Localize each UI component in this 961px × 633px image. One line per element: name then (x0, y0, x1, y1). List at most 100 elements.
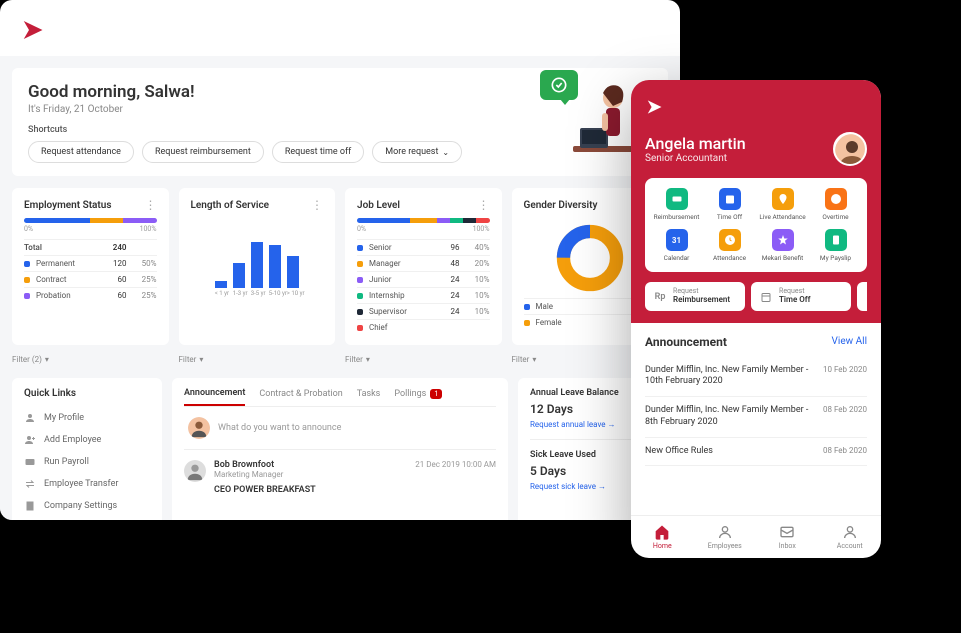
grid-timeoff[interactable]: Time Off (704, 188, 755, 221)
barchart-xlabels: < 1 yr 1-3 yr 3-5 yr 5-10 yr > 10 yr (191, 290, 324, 297)
more-icon[interactable]: ⋮ (478, 198, 490, 212)
announce-input[interactable]: What do you want to announce (184, 407, 496, 450)
card-title: Gender Diversity (524, 200, 598, 211)
avatar (184, 460, 206, 482)
shortcut-more[interactable]: More request⌄ (372, 141, 462, 163)
greeting-card: Good morning, Salwa! It's Friday, 21 Oct… (12, 68, 668, 176)
payroll-icon (24, 456, 36, 468)
calendar-date-icon: 31 (666, 229, 688, 251)
stats-row: Employment Status ⋮ 0%100% Total240 Perm… (12, 188, 668, 345)
grid-reimbursement[interactable]: Reimbursement (651, 188, 702, 221)
grid-calendar[interactable]: 31Calendar (651, 229, 702, 262)
hero-illustration (558, 78, 638, 172)
pollings-badge: 1 (430, 389, 442, 399)
location-icon (772, 188, 794, 210)
person-icon (24, 412, 36, 424)
avatar (188, 417, 210, 439)
length-of-service-card: Length of Service ⋮ < 1 yr 1-3 yr 3-5 yr… (179, 188, 336, 345)
filter-3[interactable]: Filter ▾ (345, 351, 502, 368)
post-title: CEO POWER BREAKFAST (214, 485, 496, 495)
desktop-dashboard: Good morning, Salwa! It's Friday, 21 Oct… (0, 0, 680, 520)
caret-down-icon: ▾ (366, 355, 370, 364)
user-avatar[interactable] (833, 132, 867, 166)
building-icon (24, 500, 36, 512)
filter-row: Filter (2) ▾ Filter ▾ Filter ▾ Filter ▾ (12, 351, 668, 368)
tab-pollings[interactable]: Pollings1 (394, 388, 442, 406)
tabs: Announcement Contract & Probation Tasks … (184, 388, 496, 407)
clock-icon (719, 229, 741, 251)
home-icon (654, 524, 670, 540)
shortcut-timeoff[interactable]: Request time off (272, 141, 364, 163)
star-icon (772, 229, 794, 251)
calendar-icon (759, 290, 773, 304)
request-buttons: Rp RequestReimbursement RequestTime Off (645, 282, 867, 310)
inbox-icon (779, 524, 795, 540)
tab-contract[interactable]: Contract & Probation (259, 388, 342, 406)
brand-logo (20, 15, 50, 49)
money-icon (666, 188, 688, 210)
quick-links-title: Quick Links (24, 388, 150, 399)
more-icon[interactable]: ⋮ (311, 198, 323, 212)
announcement-item[interactable]: Dunder Mifflin, Inc. New Family Member -… (645, 357, 867, 397)
nav-inbox[interactable]: Inbox (756, 516, 819, 558)
ql-add-employee[interactable]: Add Employee (24, 429, 150, 451)
quick-links-card: Quick Links My Profile Add Employee Run … (12, 378, 162, 520)
shortcut-attendance[interactable]: Request attendance (28, 141, 134, 163)
employment-bar (24, 218, 157, 223)
post: Bob Brownfoot Marketing Manager 21 Dec 2… (184, 460, 496, 495)
request-reimbursement-button[interactable]: Rp RequestReimbursement (645, 282, 745, 310)
grid-mekari-benefit[interactable]: Mekari Benefit (757, 229, 808, 262)
announcement-title: Announcement (645, 335, 727, 349)
announce-placeholder: What do you want to announce (218, 423, 341, 433)
transfer-icon (24, 478, 36, 490)
service-barchart (191, 218, 324, 288)
card-title: Length of Service (191, 200, 270, 211)
card-title: Employment Status (24, 200, 112, 211)
ql-run-payroll[interactable]: Run Payroll (24, 451, 150, 473)
announcement-item[interactable]: New Office Rules 08 Feb 2020 (645, 438, 867, 467)
grid-overtime[interactable]: Overtime (810, 188, 861, 221)
calendar-icon (719, 188, 741, 210)
ql-company-settings[interactable]: Company Settings (24, 495, 150, 517)
receipt-icon (825, 229, 847, 251)
caret-down-icon: ▾ (199, 355, 203, 364)
card-title: Job Level (357, 200, 400, 211)
rp-icon: Rp (653, 290, 667, 304)
tab-tasks[interactable]: Tasks (357, 388, 381, 406)
people-icon (717, 524, 733, 540)
ql-employee-transfer[interactable]: Employee Transfer (24, 473, 150, 495)
more-icon[interactable]: ⋮ (145, 198, 157, 212)
chevron-down-icon: ⌄ (442, 148, 449, 157)
request-more-button[interactable] (857, 282, 867, 310)
lower-section: Quick Links My Profile Add Employee Run … (12, 378, 668, 520)
brand-logo (645, 96, 867, 122)
announcement-item[interactable]: Dunder Mifflin, Inc. New Family Member -… (645, 397, 867, 437)
nav-employees[interactable]: Employees (694, 516, 757, 558)
announcement-card: Announcement Contract & Probation Tasks … (172, 378, 508, 520)
user-role: Senior Accountant (645, 153, 746, 164)
post-role: Marketing Manager (214, 470, 283, 479)
job-level-card: Job Level ⋮ 0%100% Senior9640% Manager48… (345, 188, 502, 345)
mobile-header: Angela martin Senior Accountant Reimburs… (631, 80, 881, 323)
request-timeoff-button[interactable]: RequestTime Off (751, 282, 851, 310)
post-author: Bob Brownfoot (214, 460, 283, 470)
caret-down-icon: ▾ (45, 355, 49, 364)
view-all-link[interactable]: View All (832, 336, 867, 347)
grid-live-attendance[interactable]: Live Attendance (757, 188, 808, 221)
caret-down-icon: ▾ (532, 355, 536, 364)
employment-status-card: Employment Status ⋮ 0%100% Total240 Perm… (12, 188, 169, 345)
ql-my-profile[interactable]: My Profile (24, 407, 150, 429)
filter-1[interactable]: Filter (2) ▾ (12, 351, 169, 368)
user-name: Angela martin (645, 134, 746, 153)
nav-account[interactable]: Account (819, 516, 882, 558)
quick-actions-grid: Reimbursement Time Off Live Attendance O… (645, 178, 867, 272)
grid-attendance[interactable]: Attendance (704, 229, 755, 262)
dashboard-body: Good morning, Salwa! It's Friday, 21 Oct… (0, 56, 680, 520)
clock-plus-icon (825, 188, 847, 210)
tab-announcement[interactable]: Announcement (184, 388, 245, 406)
filter-2[interactable]: Filter ▾ (179, 351, 336, 368)
mobile-announcements: Announcement View All Dunder Mifflin, In… (631, 323, 881, 515)
shortcut-reimbursement[interactable]: Request reimbursement (142, 141, 264, 163)
grid-payslip[interactable]: My Payslip (810, 229, 861, 262)
nav-home[interactable]: Home (631, 516, 694, 558)
